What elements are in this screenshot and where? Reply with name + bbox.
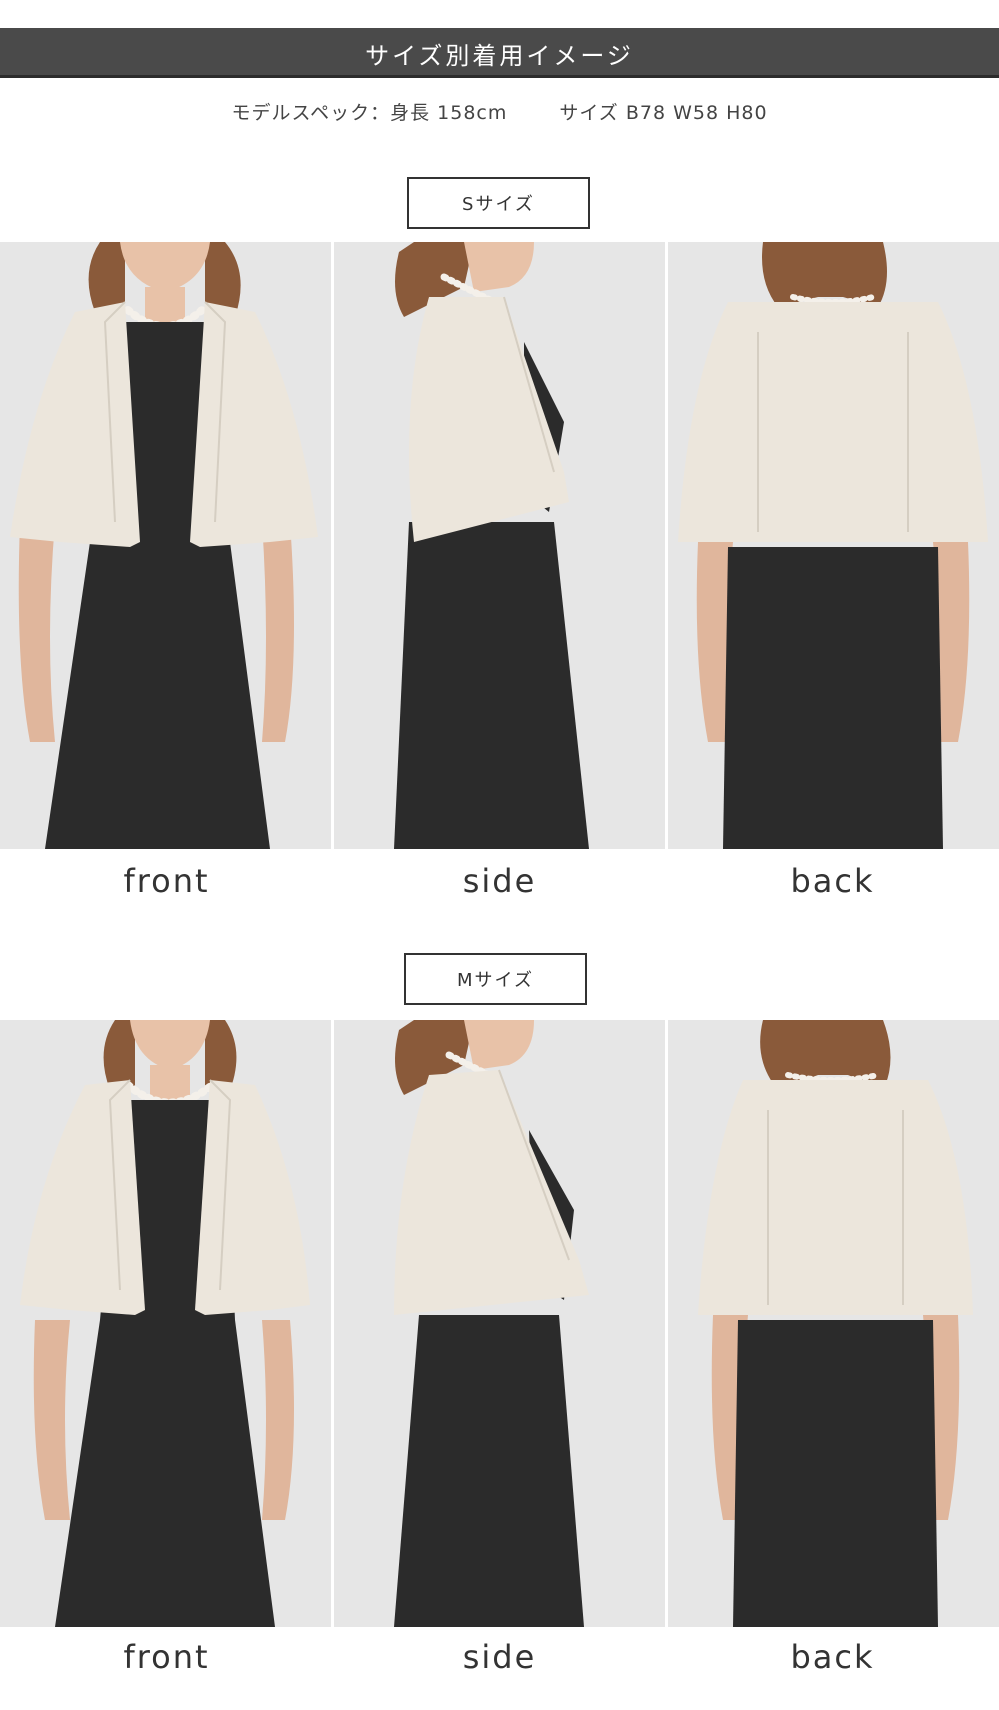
- photo-row-s: [0, 242, 999, 849]
- caption-front: front: [123, 862, 210, 900]
- caption-front: front: [123, 1638, 210, 1676]
- photo-back-s: [668, 242, 999, 849]
- model-front-image: [0, 242, 331, 849]
- model-side-image: [334, 242, 665, 849]
- model-height: モデルスペック：身長 158cm: [231, 101, 508, 124]
- photo-back-m: [668, 1020, 999, 1627]
- size-label-text: Sサイズ: [462, 194, 535, 215]
- model-measurements: サイズ B78 W58 H80: [559, 101, 768, 124]
- caption-back: back: [790, 1638, 875, 1676]
- caption-side: side: [462, 862, 537, 900]
- model-spec: モデルスペック：身長 158cm サイズ B78 W58 H80: [0, 96, 999, 126]
- section-header: サイズ別着用イメージ: [0, 28, 999, 78]
- model-front-image: [0, 1020, 331, 1627]
- size-label-text: Mサイズ: [457, 970, 534, 991]
- photo-row-m: [0, 1020, 999, 1627]
- photo-front-m: [0, 1020, 331, 1627]
- model-side-image: [334, 1020, 665, 1627]
- model-back-image: [668, 242, 999, 849]
- caption-row-s: front side back: [0, 862, 999, 912]
- photo-front-s: [0, 242, 331, 849]
- model-back-image: [668, 1020, 999, 1627]
- photo-side-s: [334, 242, 665, 849]
- photo-side-m: [334, 1020, 665, 1627]
- header-title: サイズ別着用イメージ: [365, 41, 634, 70]
- caption-back: back: [790, 862, 875, 900]
- caption-side: side: [462, 1638, 537, 1676]
- size-label-m: Mサイズ: [404, 953, 587, 1005]
- caption-row-m: front side back: [0, 1638, 999, 1688]
- size-label-s: Sサイズ: [407, 177, 590, 229]
